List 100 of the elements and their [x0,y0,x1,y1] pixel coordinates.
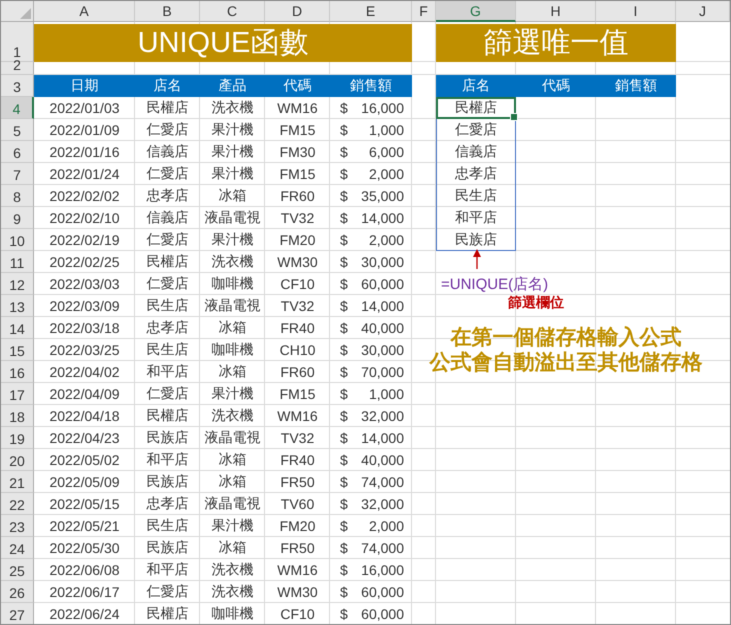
table-cell-text: 2022/02/25 [48,253,121,272]
amount-value: 6,000 [368,144,404,160]
table-cell-text: 民權店 [146,406,190,425]
table-cell-text: 液晶電視 [204,208,262,227]
row-header[interactable]: 13 [1,295,34,317]
table-cell-text: WM16 [276,561,319,580]
row-header[interactable]: 14 [1,317,34,339]
table-cell-text: 冰箱 [218,318,248,337]
table-cell[interactable]: 和平店 [436,207,516,229]
amount-value: 74,000 [361,474,404,490]
table-cell[interactable]: 民族店 [436,229,516,251]
amount-value: 32,000 [361,496,404,512]
row-header[interactable]: 15 [1,339,34,361]
amount-value: 60,000 [361,584,404,600]
arrow [472,249,482,269]
currency-sign: $ [340,496,348,512]
row-header[interactable]: 17 [1,383,34,405]
row-header[interactable]: 3 [1,75,34,97]
row-header[interactable]: 5 [1,119,34,141]
fill-handle[interactable] [510,113,518,121]
row-header[interactable]: 20 [1,449,34,471]
row-header[interactable]: 25 [1,559,34,581]
table-cell[interactable]: 忠孝店 [436,163,516,185]
table-cell-text: 洗衣機 [210,560,254,579]
table-cell-text: FM20 [278,231,316,250]
table-cell-text: 洗衣機 [210,98,254,117]
currency-sign: $ [340,474,348,490]
column-header[interactable]: H [516,1,596,22]
table-cell-text: CH10 [278,341,316,360]
column-header[interactable]: F [412,1,436,22]
row-header[interactable]: 23 [1,515,34,537]
column-header[interactable]: J [676,1,730,22]
table-cell-text: FR40 [279,451,316,470]
table-cell-text: CF10 [279,605,316,624]
table-cell-text: 液晶電視 [204,494,262,513]
table-cell-text: 冰箱 [218,472,248,491]
currency-sign: $ [340,232,348,248]
row-header[interactable]: 4 [1,97,34,119]
column-header[interactable]: D [265,1,330,22]
currency-sign: $ [340,452,348,468]
table-cell-text: 民生店 [146,340,190,359]
note-text: 公式會自動溢出至其他儲存格 [428,350,704,375]
row-header[interactable]: 7 [1,163,34,185]
currency-sign: $ [340,342,348,358]
amount-value: 14,000 [361,210,404,226]
table-cell-text: FR50 [279,539,316,558]
column-header[interactable]: E [330,1,412,22]
amount-value: 1,000 [368,122,404,138]
currency-sign: $ [340,584,348,600]
table-cell-text: 咖啡機 [210,604,254,623]
amount-value: 1,000 [368,386,404,402]
row-header[interactable]: 16 [1,361,34,383]
table-cell-text: 民權店 [146,98,190,117]
row-header[interactable]: 21 [1,471,34,493]
row-header[interactable]: 19 [1,427,34,449]
currency-sign: $ [340,210,348,226]
column-header[interactable]: C [200,1,265,22]
row-header[interactable]: 22 [1,493,34,515]
note-text: 在第一個儲存格輸入公式 [449,325,682,350]
currency-sign: $ [340,562,348,578]
table-cell-text: FM15 [278,121,316,140]
table-cell-text: 仁愛店 [146,230,190,249]
table-cell-text: FM15 [278,385,316,404]
table-cell[interactable]: 民權店 [436,97,516,119]
table-cell-text: 仁愛店 [146,274,190,293]
row-header[interactable]: 27 [1,603,34,624]
table-cell-text: 果汁機 [210,164,254,183]
currency-sign: $ [340,606,348,622]
amount-value: 2,000 [368,518,404,534]
table-cell-text: 洗衣機 [210,582,254,601]
column-header[interactable]: A [34,1,135,22]
row-header[interactable]: 9 [1,207,34,229]
table-cell-text: 咖啡機 [210,274,254,293]
column-header[interactable]: B [135,1,200,22]
row-header[interactable]: 8 [1,185,34,207]
row-header[interactable]: 24 [1,537,34,559]
column-header[interactable]: G [436,1,516,22]
table-cell-text: 忠孝店 [146,186,190,205]
row-header[interactable]: 6 [1,141,34,163]
row-header[interactable]: 10 [1,229,34,251]
amount-value: 32,000 [361,408,404,424]
row-header[interactable]: 2 [1,62,34,75]
table-cell-text: 2022/06/08 [48,561,121,580]
row-header[interactable]: 11 [1,251,34,273]
table-cell-text: 2022/02/02 [48,187,121,206]
row-header[interactable]: 18 [1,405,34,427]
column-heading: 銷售額 [596,75,676,97]
table-cell[interactable]: 民生店 [436,185,516,207]
row-header[interactable]: 12 [1,273,34,295]
table-cell-text: 果汁機 [210,142,254,161]
amount-value: 14,000 [361,298,404,314]
column-header[interactable]: I [596,1,676,22]
table-cell-text: 信義店 [146,142,190,161]
table-cell[interactable]: 仁愛店 [436,119,516,141]
table-cell-text: 果汁機 [210,120,254,139]
amount-value: 30,000 [361,342,404,358]
amount-value: 16,000 [361,100,404,116]
row-header[interactable]: 26 [1,581,34,603]
table-cell-text: 2022/03/25 [48,341,121,360]
table-cell[interactable]: 信義店 [436,141,516,163]
